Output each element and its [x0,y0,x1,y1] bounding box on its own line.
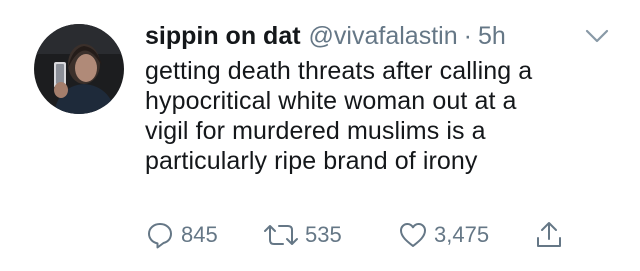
retweet-button[interactable]: 535 [263,218,342,252]
reply-button[interactable]: 845 [145,218,218,252]
separator-dot: · [463,22,472,50]
user-handle[interactable]: @vivafalastin [309,18,458,54]
retweet-count: 535 [305,222,342,247]
reply-count: 845 [181,222,218,247]
tweet-text-line: particularly ripe brand of irony [145,147,478,175]
tweet-text: getting death threats after calling a hy… [145,56,625,176]
avatar[interactable] [34,24,124,114]
tweet-header: sippin on dat @vivafalastin · 5h [145,18,506,54]
heart-icon [400,223,426,247]
tweet: sippin on dat @vivafalastin · 5h getting… [0,0,640,271]
share-button[interactable] [535,218,563,252]
tweet-text-line: vigil for murdered muslims is a [145,117,486,145]
share-icon [537,222,561,247]
display-name[interactable]: sippin on dat [145,18,301,54]
tweet-actions: 845 535 3,475 [145,218,585,252]
tweet-text-line: getting death threats after calling a [145,57,533,85]
tweet-text-line: hypocritical white woman out at a [145,87,517,115]
like-count: 3,475 [434,222,490,247]
like-button[interactable]: 3,475 [398,218,489,252]
timestamp[interactable]: 5h [478,18,506,54]
chevron-down-icon[interactable] [584,27,610,45]
avatar-photo [34,24,124,114]
retweet-icon [264,225,298,245]
reply-icon [148,223,172,249]
